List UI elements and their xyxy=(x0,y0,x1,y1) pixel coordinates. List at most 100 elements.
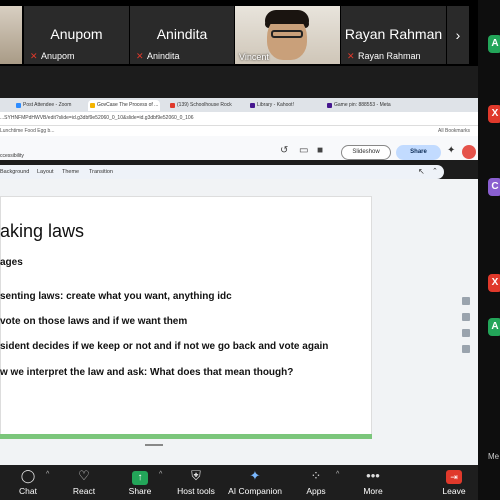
participant-tile-rayan[interactable]: Rayan Rahman ✕ Rayan Rahman xyxy=(341,6,446,64)
participant-label: ✕ Anindita xyxy=(136,51,180,61)
browser-tab[interactable]: Game pin: 888553 - Meta xyxy=(325,100,395,111)
account-avatar[interactable] xyxy=(462,145,476,159)
more-button[interactable]: ••• More xyxy=(343,467,403,497)
mic-muted-icon: ✕ xyxy=(347,50,355,61)
video-hair-top xyxy=(265,10,309,24)
ai-companion-button[interactable]: ✦ AI Companion xyxy=(225,467,285,497)
side-badge[interactable]: X xyxy=(488,105,500,123)
toolbar-layout[interactable]: Layout xyxy=(37,169,54,175)
participant-tile-vincent[interactable]: Vincent xyxy=(235,6,340,64)
comment-icon[interactable]: ▭ xyxy=(299,145,308,156)
side-panel-tag: Me xyxy=(488,452,500,461)
side-badge[interactable]: A xyxy=(488,35,500,53)
share-label: Share xyxy=(128,486,152,496)
apps-label: Apps xyxy=(306,486,326,496)
mic-muted-icon: ✕ xyxy=(30,50,38,61)
maps-icon[interactable] xyxy=(462,345,470,353)
toolbar-theme[interactable]: Theme xyxy=(62,169,79,175)
chat-button[interactable]: ◯ Chat xyxy=(0,467,58,497)
toolbar-background[interactable]: Background xyxy=(0,169,29,175)
contacts-icon[interactable] xyxy=(462,329,470,337)
side-badge[interactable]: X xyxy=(488,274,500,292)
side-panel: A X C X A xyxy=(478,0,500,500)
menu-item-accessibility[interactable]: ccessibility xyxy=(0,153,24,159)
apps-caret-icon[interactable]: ^ xyxy=(336,471,339,478)
participant-strip: Anupom ✕ Anupom Anindita ✕ Anindita Vinc… xyxy=(0,0,500,66)
leave-icon: ⇥ xyxy=(446,470,462,484)
toolbar-transition[interactable]: Transition xyxy=(89,169,113,175)
kahoot-favicon-icon xyxy=(327,103,332,108)
next-page-button[interactable]: › xyxy=(447,6,469,64)
react-button[interactable]: ♡ React xyxy=(54,467,114,497)
browser-tab-active[interactable]: GovCase The Process of ... xyxy=(88,100,160,111)
kahoot-favicon-icon xyxy=(250,103,255,108)
video-call-icon[interactable]: ■ xyxy=(317,145,323,156)
tab-label: Game pin: 888553 - Meta xyxy=(334,102,391,108)
tab-label: (139) Schoolhouse Rock xyxy=(177,102,232,108)
ai-companion-label: AI Companion xyxy=(228,486,282,496)
slide-bullet[interactable]: sident decides if we keep or not and if … xyxy=(0,341,328,352)
zoom-toolbar: ◯ Chat ^ ♡ React ↑ Share ^ ⛨ Host tools … xyxy=(0,465,478,500)
participant-name-large: Anindita xyxy=(156,26,208,42)
host-tools-button[interactable]: ⛨ Host tools xyxy=(166,467,226,497)
slide-subtitle[interactable]: ages xyxy=(0,257,23,268)
slide-bullet[interactable]: vote on those laws and if we want them xyxy=(0,316,187,327)
participant-label-text: Rayan Rahman xyxy=(358,51,421,61)
youtube-favicon-icon xyxy=(170,103,175,108)
participant-name-large: Rayan Rahman xyxy=(344,26,443,42)
screen: Anupom ✕ Anupom Anindita ✕ Anindita Vinc… xyxy=(0,0,500,500)
more-icon: ••• xyxy=(366,468,380,483)
bookmark-item[interactable]: Lunchtime Food Egg b... xyxy=(0,128,54,134)
slideshow-button[interactable]: Slideshow xyxy=(341,145,391,160)
participant-tile-anindita[interactable]: Anindita ✕ Anindita xyxy=(130,6,234,64)
tab-label: GovCase The Process of ... xyxy=(97,102,159,108)
chat-icon: ◯ xyxy=(20,468,36,483)
all-bookmarks[interactable]: All Bookmarks xyxy=(438,128,470,134)
gemini-icon[interactable]: ✦ xyxy=(447,145,455,156)
participant-label-text: Anindita xyxy=(147,51,180,61)
speaker-notes-handle[interactable] xyxy=(145,444,163,446)
collapse-icon[interactable]: ⌃ xyxy=(432,167,438,175)
more-label: More xyxy=(363,486,383,496)
browser-tab[interactable]: (139) Schoolhouse Rock xyxy=(168,100,242,111)
chat-caret-icon[interactable]: ^ xyxy=(46,471,49,478)
address-bar[interactable]: ...SYHNFMPdHWVB/edit?slide=id.g3dbf9e520… xyxy=(0,112,478,126)
share-screen-icon: ↑ xyxy=(132,471,148,485)
pointer-icon[interactable]: ↖ xyxy=(418,167,425,176)
tasks-icon[interactable] xyxy=(462,313,470,321)
history-icon[interactable]: ↺ xyxy=(280,145,288,156)
share-caret-icon[interactable]: ^ xyxy=(159,471,162,478)
browser-tab[interactable]: Library - Kahoot! xyxy=(248,100,318,111)
url-text: ...SYHNFMPdHWVB/edit?slide=id.g3dbf9e520… xyxy=(0,115,194,121)
participant-label-text: Vincent xyxy=(239,52,269,62)
video-glasses xyxy=(271,30,303,38)
heart-icon: ♡ xyxy=(78,468,90,483)
sparkle-icon: ✦ xyxy=(249,468,261,483)
chat-label: Chat xyxy=(19,486,37,496)
share-button[interactable]: Share xyxy=(396,145,441,160)
shield-icon: ⛨ xyxy=(191,468,201,483)
browser-tab-bar: Post Attendee - Zoom GovCase The Process… xyxy=(0,98,478,112)
participant-video-thumb[interactable] xyxy=(0,6,22,64)
side-badge[interactable]: A xyxy=(488,318,500,336)
participant-label: ✕ Rayan Rahman xyxy=(347,51,421,61)
participant-label-text: Anupom xyxy=(41,51,75,61)
tab-label: Library - Kahoot! xyxy=(257,102,294,108)
format-toolbar: Background Layout Theme Transition ↖ ⌃ xyxy=(0,165,444,179)
side-badge[interactable]: C xyxy=(488,178,500,196)
host-tools-label: Host tools xyxy=(177,486,215,496)
participant-name-large: Anupom xyxy=(50,26,103,42)
slide-bullet[interactable]: w we interpret the law and ask: What doe… xyxy=(0,367,293,378)
leave-label: Leave xyxy=(442,486,466,496)
participant-tile-anupom[interactable]: Anupom ✕ Anupom xyxy=(24,6,129,64)
tab-label: Post Attendee - Zoom xyxy=(23,102,72,108)
slide-title[interactable]: aking laws xyxy=(0,221,84,242)
keep-icon[interactable] xyxy=(462,297,470,305)
bookmarks-bar: Lunchtime Food Egg b... All Bookmarks xyxy=(0,126,478,136)
slide-bullet[interactable]: senting laws: create what you want, anyt… xyxy=(0,291,232,302)
zoom-favicon-icon xyxy=(16,103,21,108)
browser-tab[interactable]: Post Attendee - Zoom xyxy=(14,100,80,111)
leave-button[interactable]: ⇥ Leave xyxy=(424,467,484,497)
slides-favicon-icon xyxy=(90,103,95,108)
react-label: React xyxy=(72,486,96,496)
